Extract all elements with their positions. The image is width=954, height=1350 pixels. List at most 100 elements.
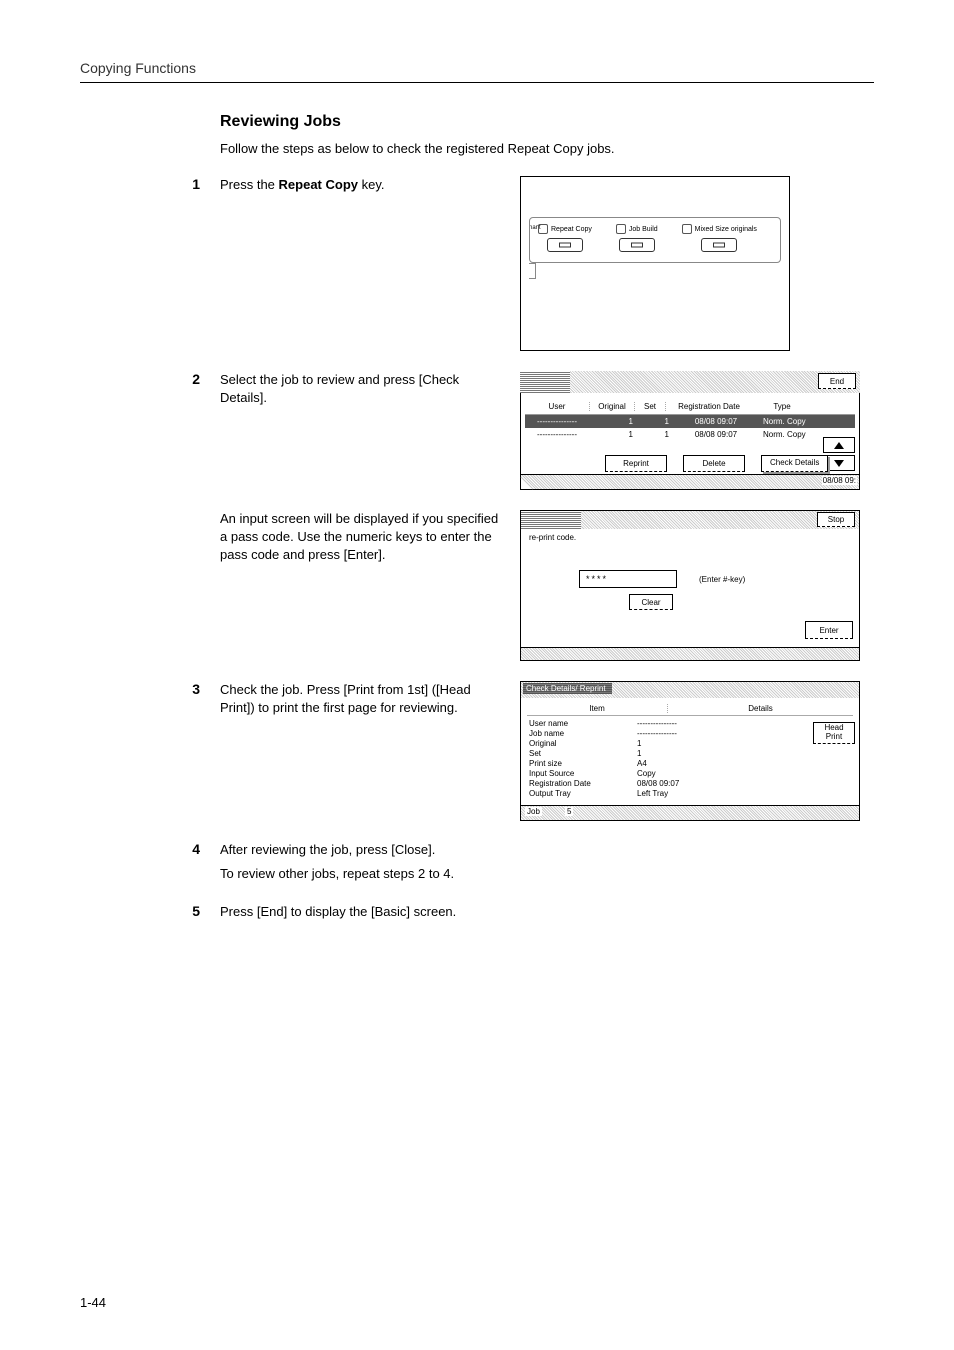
k: Original <box>527 739 637 749</box>
cell: --------------- <box>525 417 589 426</box>
footer-time: 08/08 09: <box>822 476 857 485</box>
end-button[interactable]: End <box>818 373 856 389</box>
step-1: 1 Press the Repeat Copy key. nant Repeat… <box>80 176 874 351</box>
foot-job: Job <box>525 807 542 816</box>
running-head: Copying Functions <box>80 60 874 83</box>
panel-footer: 08/08 09: <box>520 475 860 490</box>
step-number: 5 <box>170 903 220 921</box>
passcode-input[interactable]: **** <box>579 570 677 588</box>
physical-key-icon <box>619 238 655 252</box>
detail-row: Input SourceCopy <box>527 769 853 779</box>
intro-text: Follow the steps as below to check the r… <box>220 141 874 156</box>
detail-row: Set1 <box>527 749 853 759</box>
step-3: 3 Check the job. Press [Print from 1st] … <box>80 681 874 821</box>
key-job-build[interactable]: Job Build <box>616 224 658 252</box>
col-type: Type <box>752 402 812 411</box>
input-hint: (Enter #-key) <box>699 575 745 584</box>
l: Job Build <box>629 226 658 233</box>
step-4: 4 After reviewing the job, press [Close]… <box>80 841 874 883</box>
physical-key-icon <box>547 238 583 252</box>
head-print-button[interactable]: HeadPrint <box>813 722 855 744</box>
v: Left Tray <box>637 789 853 799</box>
passcode-panel: Stop re-print code. **** (Enter #-key) C… <box>520 510 860 661</box>
col-original: Original <box>590 402 635 411</box>
delete-button[interactable]: Delete <box>683 455 745 472</box>
detail-row: Original1 <box>527 739 853 749</box>
col-user: User <box>525 402 590 411</box>
job-build-icon <box>616 224 626 234</box>
v: A4 <box>637 759 853 769</box>
section-title: Reviewing Jobs <box>220 113 874 131</box>
k: Output Tray <box>527 789 637 799</box>
v: 08/08 09:07 <box>637 779 853 789</box>
cell: 1 <box>639 417 673 426</box>
cell: 08/08 09:07 <box>673 430 759 439</box>
list-row-selected[interactable]: --------------- 1 1 08/08 09:07 Norm. Co… <box>525 415 855 428</box>
details-panel: Check Details/ Reprint Item Details User… <box>520 681 860 821</box>
l: Repeat Copy <box>551 226 592 233</box>
panel-header-stripe: Stop <box>520 510 860 529</box>
l: Mixed Size originals <box>695 226 757 233</box>
cell: Norm. Copy <box>759 430 823 439</box>
step-number: 2 <box>170 371 220 490</box>
cell: --------------- <box>525 430 589 439</box>
k: Set <box>527 749 637 759</box>
detail-row: Output TrayLeft Tray <box>527 789 853 799</box>
detail-row: Job name--------------- <box>527 729 853 739</box>
detail-row: User name--------------- <box>527 719 853 729</box>
chevron-up-icon <box>834 442 844 449</box>
details-rows: User name--------------- Job name-------… <box>527 716 853 799</box>
col-item: Item <box>527 704 668 713</box>
k: Print size <box>527 759 637 769</box>
enter-button[interactable]: Enter <box>805 621 853 639</box>
panel-header-stripe: End <box>520 371 860 393</box>
step-number: 3 <box>170 681 220 821</box>
step-2-sub: An input screen will be displayed if you… <box>80 510 874 661</box>
scroll-up-button[interactable] <box>823 437 855 453</box>
step-4-text: After reviewing the job, press [Close]. … <box>220 841 500 883</box>
k: Job name <box>527 729 637 739</box>
step-3-text: Check the job. Press [Print from 1st] ([… <box>220 681 500 717</box>
key-repeat-copy[interactable]: Repeat Copy <box>538 224 592 252</box>
panel-footer: Job 5 <box>520 806 860 821</box>
step-number: 1 <box>170 176 220 351</box>
list-row[interactable]: --------------- 1 1 08/08 09:07 Norm. Co… <box>525 428 855 441</box>
key-mixed-size[interactable]: Mixed Size originals <box>682 224 757 252</box>
job-list-panel: End User Original Set Registration Date … <box>520 371 860 490</box>
stop-button[interactable]: Stop <box>817 512 855 527</box>
step-number: 4 <box>170 841 220 883</box>
step-5-text: Press [End] to display the [Basic] scree… <box>220 903 500 921</box>
panel-header-stripe: Check Details/ Reprint <box>520 681 860 698</box>
chevron-down-icon <box>834 460 844 467</box>
cell: 08/08 09:07 <box>673 417 759 426</box>
frag-border <box>529 263 536 279</box>
col-registration: Registration Date <box>665 402 752 411</box>
step-2-text: Select the job to review and press [Chec… <box>220 371 500 407</box>
k: Input Source <box>527 769 637 779</box>
panel-footer <box>520 648 860 661</box>
k: Registration Date <box>527 779 637 789</box>
l2: Print <box>826 732 842 741</box>
reprint-button[interactable]: Reprint <box>605 455 667 472</box>
hardware-keys-illustration: nant Repeat Copy Job Build Mixed Size or… <box>520 176 790 351</box>
check-details-button[interactable]: Check Details <box>761 455 828 472</box>
cell: Norm. Copy <box>759 417 823 426</box>
step-5: 5 Press [End] to display the [Basic] scr… <box>80 903 874 921</box>
list-header: User Original Set Registration Date Type <box>525 399 855 415</box>
clear-button[interactable]: Clear <box>629 594 673 610</box>
t: Press the <box>220 177 279 192</box>
col-set: Set <box>635 402 665 411</box>
t: After reviewing the job, press [Close]. <box>220 842 435 857</box>
detail-row: Registration Date08/08 09:07 <box>527 779 853 789</box>
cell: 1 <box>589 417 639 426</box>
page-number: 1-44 <box>80 1295 106 1310</box>
t2: key. <box>358 177 385 192</box>
k: User name <box>527 719 637 729</box>
details-header: Item Details <box>527 704 853 716</box>
col-details: Details <box>668 704 853 713</box>
step-1-text: Press the Repeat Copy key. <box>220 176 500 194</box>
cell: 1 <box>589 430 639 439</box>
step-4-subtext: To review other jobs, repeat steps 2 to … <box>220 865 500 883</box>
foot-n: 5 <box>565 807 573 816</box>
l1: Head <box>824 723 843 732</box>
